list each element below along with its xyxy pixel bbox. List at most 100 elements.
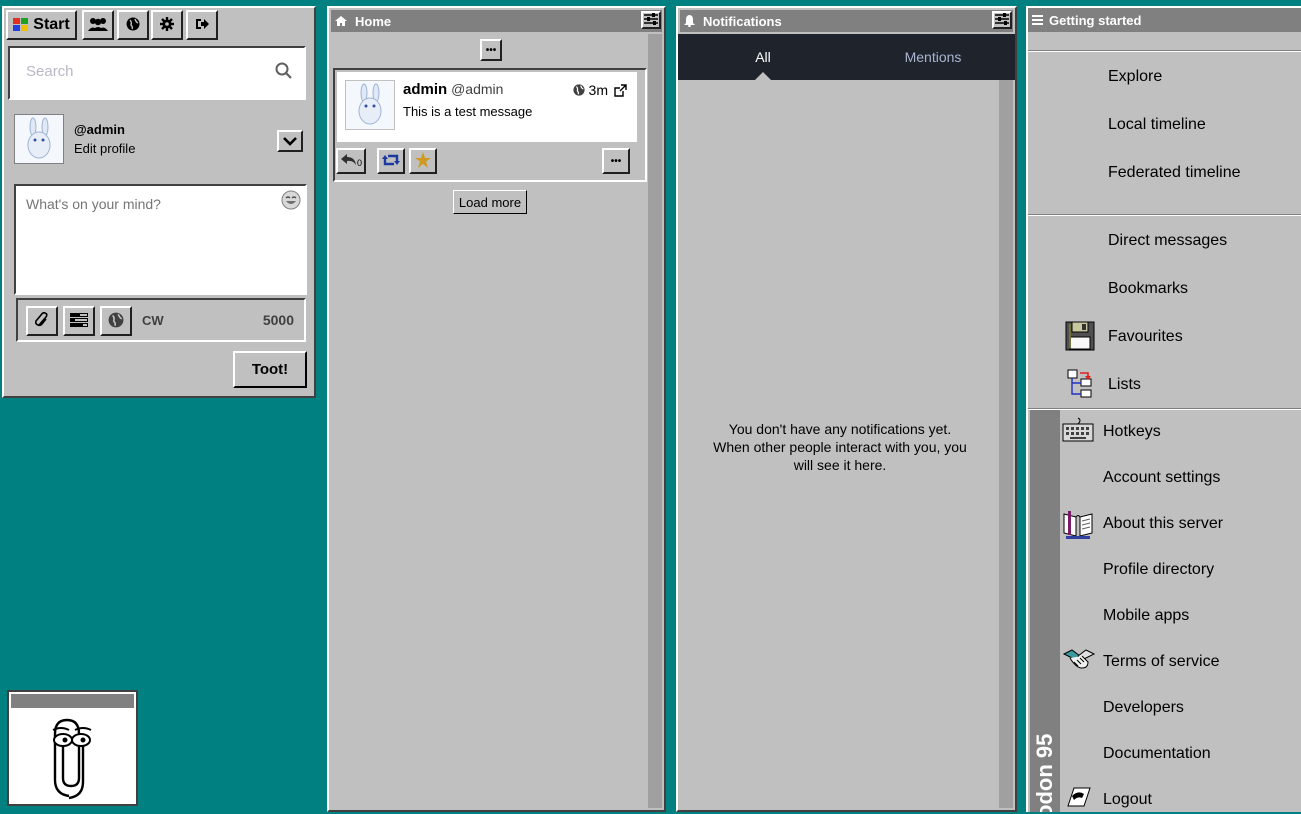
- external-link-icon[interactable]: [614, 83, 627, 97]
- status-acct: @admin: [451, 81, 504, 97]
- status-avatar[interactable]: [345, 80, 395, 130]
- people-button[interactable]: [82, 10, 114, 40]
- nav-mobile-apps[interactable]: Mobile apps: [1103, 607, 1189, 625]
- boost-button[interactable]: [377, 148, 405, 174]
- nav-bookmarks[interactable]: Bookmarks: [1108, 280, 1188, 298]
- content-warning-button[interactable]: CW: [142, 313, 164, 328]
- brand-vertical-text: odon 95: [1032, 733, 1057, 812]
- nav-direct-messages[interactable]: Direct messages: [1108, 232, 1227, 250]
- logout-door-icon: [1064, 784, 1096, 812]
- status-content: This is a test message: [403, 104, 533, 119]
- gear-icon: [160, 16, 174, 34]
- clippy-window[interactable]: [7, 690, 138, 806]
- nav-lists[interactable]: Lists: [1108, 376, 1141, 394]
- nav-terms-of-service[interactable]: Terms of service: [1103, 653, 1219, 671]
- search-input[interactable]: [24, 62, 268, 81]
- globe-icon: [572, 84, 585, 96]
- compose-textarea[interactable]: [24, 194, 268, 288]
- paperclip-icon: [34, 311, 49, 331]
- getting-started-title: Getting started: [1049, 12, 1142, 28]
- keyboard-icon: [1062, 416, 1094, 448]
- emoji-picker-icon[interactable]: [281, 190, 301, 213]
- start-label: Start: [33, 16, 70, 33]
- nav-federated-timeline[interactable]: Federated timeline: [1108, 164, 1241, 182]
- hamburger-icon: [1032, 15, 1043, 25]
- active-tab-indicator: [755, 72, 771, 80]
- compose-textarea-frame: [14, 184, 307, 295]
- tab-mentions[interactable]: Mentions: [848, 34, 1018, 80]
- tree-list-icon: [1066, 368, 1098, 400]
- notifications-empty-message: You don't have any notifications yet. Wh…: [678, 420, 1002, 474]
- status-display-name: admin: [403, 81, 448, 98]
- status-meta: 3m: [572, 82, 627, 98]
- search-icon[interactable]: [275, 62, 292, 82]
- favourite-button[interactable]: [409, 148, 437, 174]
- home-more-button[interactable]: •••: [480, 39, 502, 61]
- status-card[interactable]: admin @admin 3m This is a test message 0: [333, 68, 647, 182]
- toot-button[interactable]: Toot!: [233, 351, 307, 388]
- nav-favourites[interactable]: Favourites: [1108, 328, 1183, 346]
- status-body: admin @admin 3m This is a test message: [337, 72, 637, 142]
- status-more-button[interactable]: •••: [602, 148, 630, 174]
- nav-profile-directory[interactable]: Profile directory: [1103, 561, 1214, 579]
- poll-icon: [70, 312, 88, 330]
- nav-developers[interactable]: Developers: [1103, 699, 1184, 717]
- character-counter: 5000: [262, 312, 294, 328]
- column-settings-button[interactable]: [992, 11, 1012, 29]
- column-settings-button[interactable]: [641, 11, 661, 29]
- globe-button[interactable]: [117, 10, 149, 40]
- avatar[interactable]: [14, 114, 64, 164]
- logout-button[interactable]: [186, 10, 218, 40]
- nav-logout[interactable]: Logout: [1103, 791, 1152, 809]
- home-column: Home ••• admin @admin 3m This is a test …: [327, 6, 666, 812]
- chevron-down-icon: [283, 133, 297, 149]
- getting-started-header[interactable]: Getting started: [1028, 8, 1301, 32]
- handshake-icon: [1062, 646, 1096, 678]
- privacy-button[interactable]: [100, 306, 132, 336]
- divider: [1028, 50, 1301, 52]
- people-icon: [88, 17, 108, 34]
- start-button[interactable]: Start: [6, 10, 77, 40]
- status-author[interactable]: admin @admin: [403, 81, 503, 98]
- home-scrollbar[interactable]: [648, 34, 662, 808]
- poll-button[interactable]: [63, 306, 95, 336]
- ellipsis-icon: •••: [610, 155, 622, 167]
- status-time[interactable]: 3m: [589, 82, 608, 98]
- empty-message-line: will see it here.: [793, 457, 887, 473]
- attach-media-button[interactable]: [26, 306, 58, 336]
- svg-text:0: 0: [357, 158, 362, 167]
- windows-flag-icon: [13, 18, 29, 32]
- notifications-column: Notifications All Mentions You don't hav…: [676, 6, 1017, 812]
- ellipsis-icon: •••: [485, 44, 497, 56]
- profile-handle: @admin: [74, 122, 125, 137]
- notifications-column-header[interactable]: Notifications: [680, 10, 1013, 32]
- profile-menu-button[interactable]: [277, 130, 303, 152]
- settings-button[interactable]: [151, 10, 183, 40]
- nav-about-server[interactable]: About this server: [1103, 515, 1223, 533]
- rabbit-avatar-icon: [346, 81, 394, 129]
- floppy-disk-icon: [1064, 320, 1096, 352]
- reply-button[interactable]: 0: [336, 148, 366, 174]
- paperclip-assistant-icon: [52, 718, 92, 800]
- clippy-titlebar: [11, 694, 134, 708]
- nav-local-timeline[interactable]: Local timeline: [1108, 116, 1206, 134]
- home-column-header[interactable]: Home: [331, 10, 662, 32]
- bell-icon: [684, 15, 695, 27]
- nav-documentation[interactable]: Documentation: [1103, 745, 1211, 763]
- search-box: [8, 46, 306, 100]
- open-book-icon: [1062, 508, 1094, 540]
- nav-hotkeys[interactable]: Hotkeys: [1103, 423, 1161, 441]
- notifications-tab-bar: All Mentions: [678, 34, 1015, 80]
- home-icon: [335, 16, 347, 26]
- nav-explore[interactable]: Explore: [1108, 68, 1162, 86]
- notifications-title: Notifications: [703, 13, 782, 29]
- nav-account-settings[interactable]: Account settings: [1103, 469, 1220, 487]
- sign-out-icon: [195, 17, 209, 33]
- empty-message-line: When other people interact with you, you: [713, 439, 967, 455]
- edit-profile-link[interactable]: Edit profile: [74, 141, 135, 156]
- home-title: Home: [355, 13, 392, 29]
- load-more-button[interactable]: Load more: [453, 190, 527, 214]
- divider: [1028, 214, 1301, 216]
- empty-message-line: You don't have any notifications yet.: [728, 421, 952, 437]
- compose-panel: Start @admin Edit: [2, 6, 316, 398]
